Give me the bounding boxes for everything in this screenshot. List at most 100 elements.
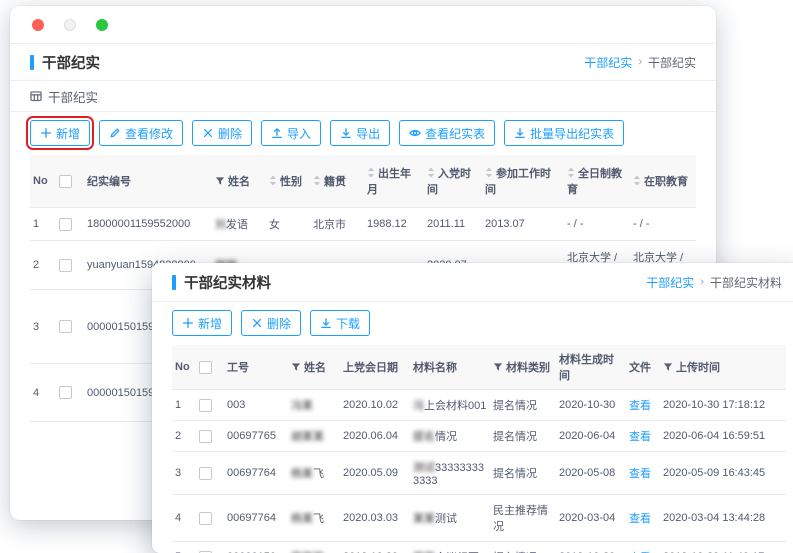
- button-label: 删除: [267, 315, 291, 332]
- column-header-generated: 材料生成时间: [556, 345, 626, 390]
- row-checkbox[interactable]: [199, 399, 212, 412]
- column-label: 上传时间: [676, 362, 720, 374]
- redacted-text: 冯某: [291, 400, 313, 412]
- cell-no: 5: [172, 542, 196, 553]
- table-row: 500000150蒋某某2019.10.30某某会议纪要提名情况2019-10-…: [172, 542, 786, 553]
- column-header-edu_full[interactable]: 全日制教育: [564, 155, 630, 208]
- column-label: 参加工作时间: [485, 168, 551, 196]
- column-label: No: [33, 175, 48, 187]
- select-all-header[interactable]: [56, 155, 84, 208]
- download-material-button[interactable]: 下载: [310, 310, 370, 336]
- select-all-checkbox[interactable]: [199, 361, 212, 374]
- view-edit-button[interactable]: 查看修改: [99, 120, 183, 146]
- breadcrumb-parent[interactable]: 干部纪实: [584, 54, 632, 71]
- add-material-button[interactable]: 新增: [172, 310, 232, 336]
- column-label: 在职教育: [644, 176, 688, 188]
- column-header-gender[interactable]: 性别: [266, 155, 310, 208]
- redacted-text: 某某: [413, 513, 435, 525]
- view-record-sheet-button[interactable]: 查看纪实表: [399, 120, 495, 146]
- cell-no: 2: [30, 241, 56, 290]
- import-button[interactable]: 导入: [261, 120, 321, 146]
- cell-generated: 2019-10-29: [556, 542, 626, 553]
- maximize-window-button[interactable]: [96, 19, 108, 31]
- select-all-checkbox[interactable]: [59, 175, 72, 188]
- sort-icon[interactable]: [269, 175, 277, 186]
- row-checkbox[interactable]: [199, 512, 212, 525]
- cell-file: 查看: [626, 452, 660, 495]
- column-header-name[interactable]: 姓名: [212, 155, 266, 208]
- delete-button[interactable]: 删除: [192, 120, 252, 146]
- export-button[interactable]: 导出: [330, 120, 390, 146]
- table-row: 200697765胡某某2020.06.04提名情况提名情况2020-06-04…: [172, 421, 786, 452]
- filter-funnel-icon[interactable]: [215, 176, 225, 186]
- cell-generated: 2020-03-04: [556, 495, 626, 542]
- close-window-button[interactable]: [32, 19, 44, 31]
- sort-icon[interactable]: [485, 167, 493, 178]
- column-header-material: 材料名称: [410, 345, 490, 390]
- filter-funnel-icon[interactable]: [493, 362, 503, 372]
- column-label: 材料名称: [413, 362, 457, 374]
- column-header-no: No: [30, 155, 56, 208]
- cell-emp_id: 00000150: [224, 542, 288, 553]
- row-checkbox[interactable]: [59, 218, 72, 231]
- cell-generated: 2020-10-30: [556, 390, 626, 421]
- minimize-window-button[interactable]: [64, 19, 76, 31]
- cell-emp_id: 00697765: [224, 421, 288, 452]
- filter-funnel-icon[interactable]: [663, 362, 673, 372]
- filter-funnel-icon[interactable]: [291, 362, 301, 372]
- sort-icon[interactable]: [313, 175, 321, 186]
- column-label: 文件: [629, 362, 651, 374]
- column-header-party[interactable]: 入党时间: [424, 155, 482, 208]
- view-file-link[interactable]: 查看: [629, 431, 651, 443]
- button-label: 新增: [56, 125, 80, 142]
- view-file-link[interactable]: 查看: [629, 468, 651, 480]
- edit-icon: [109, 127, 121, 139]
- column-header-category[interactable]: 材料类别: [490, 345, 556, 390]
- column-header-name[interactable]: 姓名: [288, 345, 340, 390]
- cell-name: 胡某某: [288, 421, 340, 452]
- cell-meeting_date: 2020.05.09: [340, 452, 410, 495]
- page-title-wrap: 干部纪实: [30, 52, 100, 73]
- delete-material-button[interactable]: 删除: [241, 310, 301, 336]
- column-header-origin[interactable]: 籍贯: [310, 155, 364, 208]
- cell-meeting_date: 2020.03.03: [340, 495, 410, 542]
- row-checkbox[interactable]: [59, 259, 72, 272]
- button-label: 下载: [336, 315, 360, 332]
- sort-icon[interactable]: [567, 167, 575, 178]
- row-checkbox[interactable]: [59, 320, 72, 333]
- cell-name: 蒋某某: [288, 542, 340, 553]
- cell-uploaded: 2020-06-04 16:59:51: [660, 421, 786, 452]
- column-header-birth[interactable]: 出生年月: [364, 155, 424, 208]
- column-header-edu_job[interactable]: 在职教育: [630, 155, 696, 208]
- cell-no: 1: [172, 390, 196, 421]
- sort-icon[interactable]: [367, 167, 375, 178]
- cell-meeting_date: 2020.10.02: [340, 390, 410, 421]
- view-file-link[interactable]: 查看: [629, 400, 651, 412]
- cell-material: 提名情况: [410, 421, 490, 452]
- row-checkbox[interactable]: [199, 430, 212, 443]
- add-button[interactable]: 新增: [30, 120, 90, 146]
- column-header-work[interactable]: 参加工作时间: [482, 155, 564, 208]
- breadcrumb-current: 干部纪实: [648, 54, 696, 71]
- cell-no: 1: [30, 208, 56, 241]
- cell-code: 18000001159552000: [84, 208, 212, 241]
- column-header-uploaded[interactable]: 上传时间: [660, 345, 786, 390]
- cell-file: 查看: [626, 421, 660, 452]
- batch-export-sheet-button[interactable]: 批量导出纪实表: [504, 120, 624, 146]
- materials-window: 干部纪实材料 干部纪实 › 干部纪实材料 新增删除下载 No工号姓名上党会日期材…: [152, 263, 793, 553]
- plus-icon: [182, 317, 194, 329]
- row-checkbox[interactable]: [199, 467, 212, 480]
- row-checkbox[interactable]: [59, 386, 72, 399]
- column-label: 工号: [227, 362, 249, 374]
- cell-select: [56, 241, 84, 290]
- sort-icon[interactable]: [633, 175, 641, 186]
- redacted-text: 杨某: [291, 513, 313, 525]
- sort-icon[interactable]: [427, 167, 435, 178]
- redacted-text: 提名: [413, 431, 435, 443]
- view-file-link[interactable]: 查看: [629, 513, 651, 525]
- button-label: 查看纪实表: [425, 125, 485, 142]
- button-label: 删除: [218, 125, 242, 142]
- select-all-header[interactable]: [196, 345, 224, 390]
- breadcrumb-parent[interactable]: 干部纪实: [646, 274, 694, 291]
- cell-origin: 北京市: [310, 208, 364, 241]
